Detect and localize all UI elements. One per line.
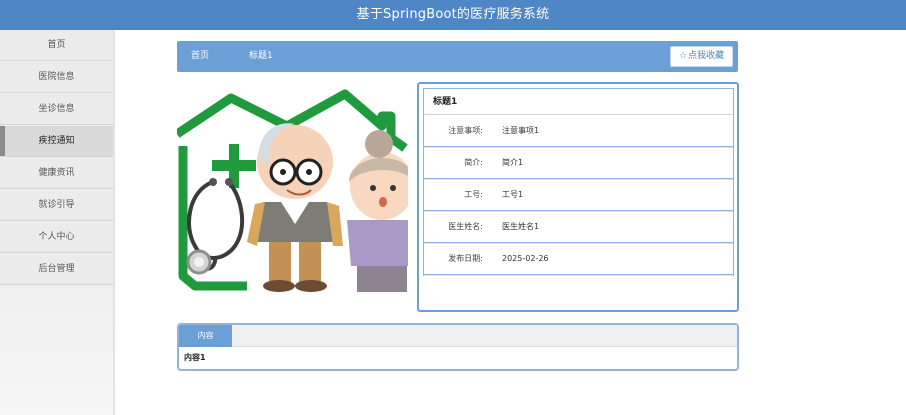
row-label: 医生姓名: <box>448 222 483 231</box>
breadcrumb-current: 标题1 <box>249 51 273 61</box>
detail-table: 标题1 注意事项: 注意事项1 简介: 简介1 工号: 工号1 医生姓名: 医生… <box>423 88 734 276</box>
row-label: 发布日期: <box>448 254 483 263</box>
detail-title: 标题1 <box>424 89 733 115</box>
app-title: 基于SpringBoot的医疗服务系统 <box>356 7 550 22</box>
tab-content[interactable]: 内容 <box>179 325 232 347</box>
row-label: 注意事项: <box>448 126 483 135</box>
collect-button[interactable]: ☆点我收藏 <box>670 46 733 67</box>
sidebar-item-personal-center[interactable]: 个人中心 <box>0 222 113 253</box>
detail-row-doctor-name: 医生姓名: 医生姓名1 <box>424 211 733 243</box>
sidebar-item-visit-guide[interactable]: 就诊引导 <box>0 190 113 221</box>
row-value: 医生姓名1 <box>502 222 540 231</box>
row-label: 工号: <box>464 190 483 199</box>
detail-row-summary: 简介: 简介1 <box>424 147 733 179</box>
collect-button-label: 点我收藏 <box>688 51 725 61</box>
detail-row-publish-date: 发布日期: 2025-02-26 <box>424 243 733 275</box>
row-value: 工号1 <box>502 190 524 199</box>
content-text: 内容1 <box>184 353 206 362</box>
row-label: 简介: <box>464 158 483 167</box>
row-value: 注意事项1 <box>502 126 540 135</box>
star-outline-icon: ☆ <box>678 51 688 61</box>
sidebar-item-hospital-info[interactable]: 医院信息 <box>0 62 113 93</box>
row-value: 简介1 <box>502 158 524 167</box>
content-tab-strip: 内容 <box>179 325 737 347</box>
article-image <box>177 86 408 305</box>
sidebar-item-consultation-info[interactable]: 坐诊信息 <box>0 94 113 125</box>
detail-row-employee-id: 工号: 工号1 <box>424 179 733 211</box>
elderly-couple-hospital-illustration <box>177 86 408 305</box>
app-header: 基于SpringBoot的医疗服务系统 <box>0 0 906 30</box>
sidebar-item-home[interactable]: 首页 <box>0 30 113 61</box>
content-panel: 内容 内容1 <box>177 323 739 371</box>
sidebar-divider <box>113 30 115 415</box>
sidebar-item-disease-control-notice[interactable]: 疾控通知 <box>0 126 113 157</box>
row-value: 2025-02-26 <box>502 254 549 263</box>
sidebar-item-health-news[interactable]: 健康资讯 <box>0 158 113 189</box>
sidebar-item-admin[interactable]: 后台管理 <box>0 254 113 285</box>
breadcrumb: 首页 标题1 <box>177 41 738 72</box>
detail-row-notes: 注意事项: 注意事项1 <box>424 115 733 147</box>
breadcrumb-home-link[interactable]: 首页 <box>191 41 209 72</box>
